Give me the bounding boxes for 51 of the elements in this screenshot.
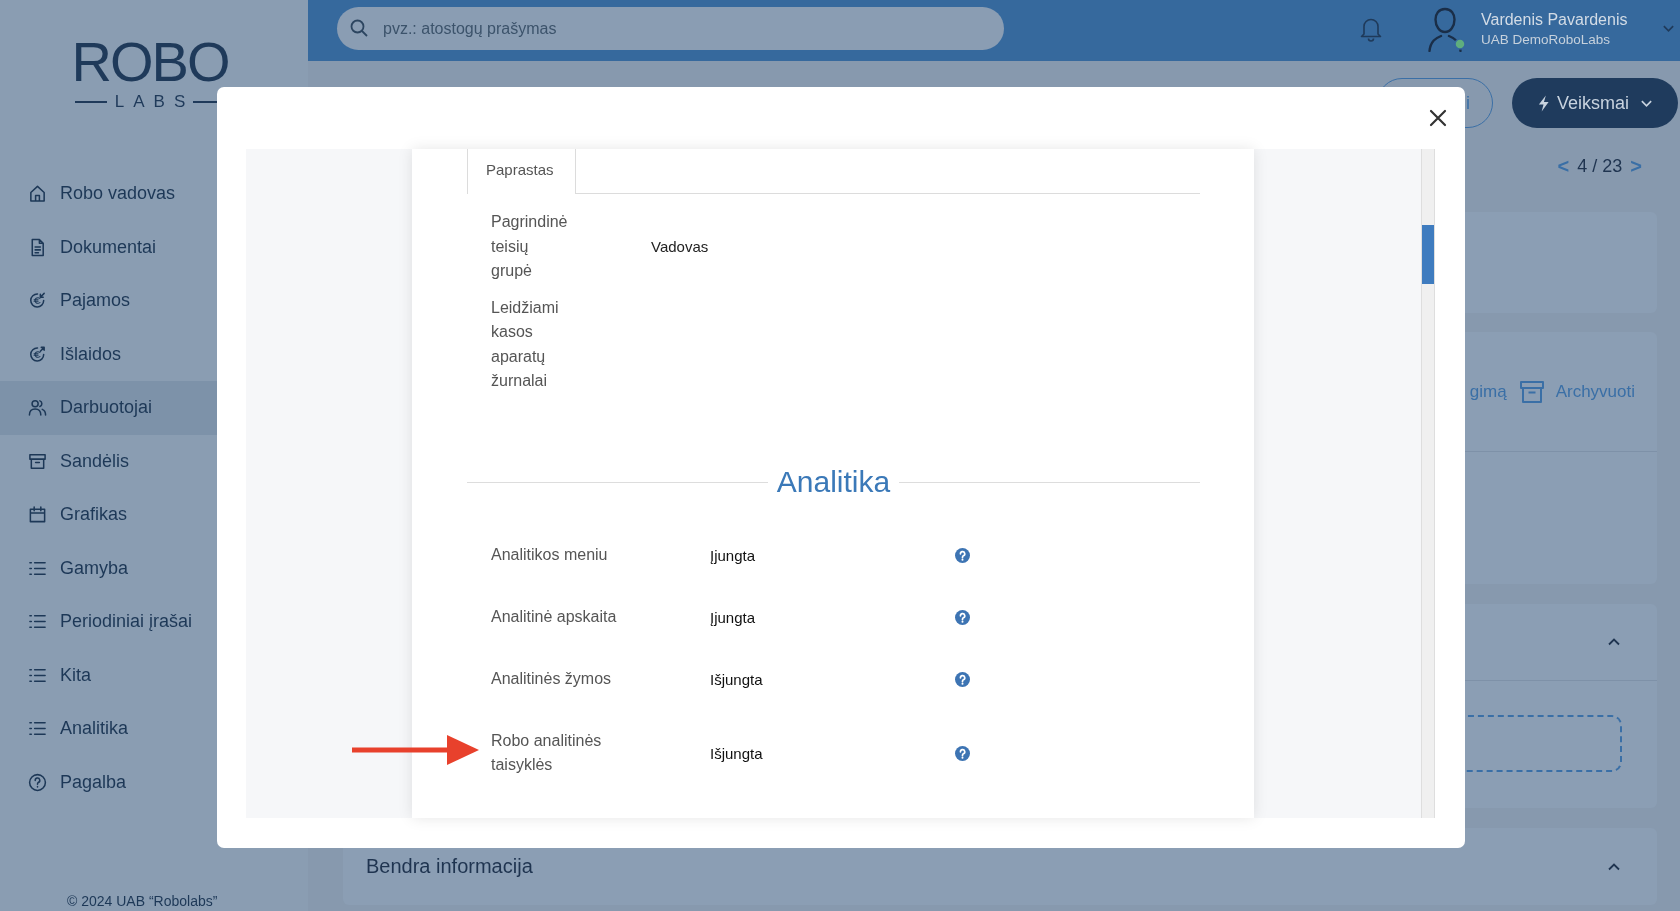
logo-tagline: LABS [114,92,195,112]
sidebar-item[interactable]: Dokumentai [0,220,308,274]
company-name: UAB DemoRoboLabs [1481,31,1612,47]
user-avatar-icon[interactable] [1427,5,1463,52]
sidebar-item[interactable]: Kita [0,648,308,702]
scrollbar[interactable] [1421,149,1435,818]
help-icon[interactable] [955,547,970,563]
scrollbar-thumb[interactable] [1422,225,1434,284]
setting-label: Analitinės žymos [491,668,613,689]
sidebar-item[interactable]: Pagalba [0,755,308,809]
page-position: 4 / 23 [1577,155,1623,177]
sidebar-item[interactable]: Grafikas [0,488,308,542]
setting-label: Analitikos meniu [491,544,609,565]
copyright-text: © 2024 UAB “Robolabs” [67,893,218,909]
euro-coin-icon [28,291,47,311]
section-heading: Analitika [775,464,892,500]
setting-label: Robo analitinės taisyklės [491,730,603,776]
archive-box-icon [28,451,47,471]
logo-wordmark: ROBO [71,34,229,90]
section-title: Bendra informacija [366,855,533,878]
actions-button[interactable]: Veiksmai [1512,78,1678,128]
help-icon[interactable] [955,671,970,687]
sidebar-item[interactable]: Išlaidos [0,327,308,381]
help-icon[interactable] [955,609,970,625]
archive-box-icon [1518,379,1545,404]
sidebar-item[interactable]: Periodiniai įrašai [0,595,308,649]
house-icon [28,184,47,204]
setting-label: Analitinė apskaita [491,606,618,627]
sidebar-item[interactable]: Pajamos [0,274,308,328]
sidebar-item[interactable]: Gamyba [0,541,308,595]
help-icon [28,772,47,792]
setting-value: Įjungta [710,546,757,564]
help-icon[interactable] [955,745,970,761]
field-value: Vadovas [651,238,709,256]
lightning-icon [1537,94,1550,112]
setting-value: Išjungta [710,744,764,762]
close-icon [1428,108,1448,128]
field-label: Leidžiami kasos aparatų žurnalai [491,297,560,391]
user-name: Vardenis Pavardenis [1481,10,1629,29]
people-icon [28,398,47,418]
calendar-icon [28,505,47,525]
setting-value: Įjungta [710,608,757,626]
sidebar-item[interactable]: Analitika [0,702,308,756]
setting-value: Išjungta [710,670,764,688]
euro-coin-icon [28,344,47,364]
search-icon [350,19,368,37]
search-field[interactable]: pvz.: atostogų prašymas [337,7,1004,50]
sidebar-item[interactable]: Sandėlis [0,434,308,488]
sidebar-item[interactable]: Robo vadovas [0,167,308,221]
field-label: Pagrindinė teisių grupė [491,212,569,281]
tab[interactable]: Paprastas [467,149,576,194]
